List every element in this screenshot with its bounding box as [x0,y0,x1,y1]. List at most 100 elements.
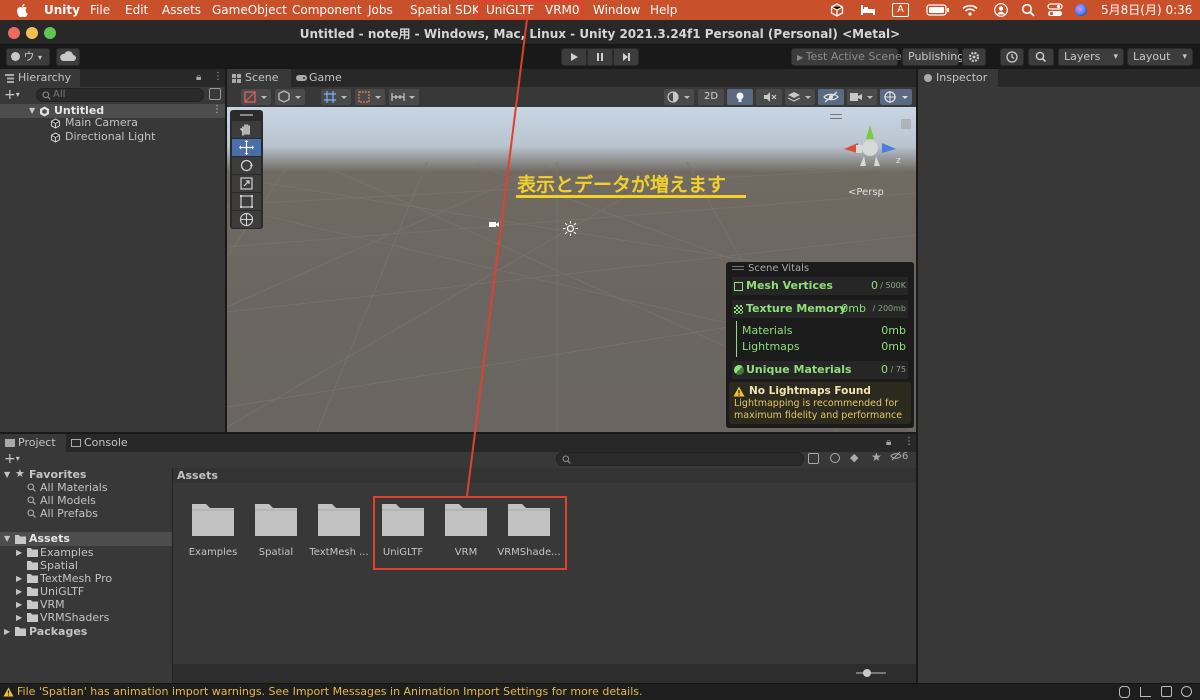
menu-jobs[interactable]: Jobs [368,2,393,18]
draw-mode-dropdown[interactable] [241,89,271,105]
sun-gizmo-icon[interactable] [563,221,578,236]
package-icon[interactable] [830,3,844,17]
perspective-toggle[interactable]: <Persp [848,187,884,198]
scale-tool-button[interactable] [232,175,261,192]
step-button[interactable] [613,48,639,66]
pause-button[interactable] [587,48,613,66]
hierarchy-item[interactable]: Directional Light [0,130,225,144]
search-button[interactable] [1028,48,1054,66]
kebab-menu-icon[interactable]: ⋮ [212,104,222,115]
asset-tree-item[interactable]: Spatial [0,559,172,572]
hierarchy-search-input[interactable]: All [36,88,204,102]
audio-toggle[interactable] [756,89,782,105]
transform-tool-button[interactable] [232,211,261,228]
kebab-menu-icon[interactable]: ⋮ [904,436,914,447]
lighting-toggle[interactable] [727,89,753,105]
vitals-drag-handle[interactable] [732,266,744,270]
hierarchy-add-button[interactable]: +▾ [4,87,28,103]
asset-tree-item[interactable]: ▶ UniGLTF [0,585,172,598]
menubar-clock[interactable]: 5月8日(月) 0:36 [1101,2,1192,18]
bed-icon[interactable] [860,4,876,16]
tab-game[interactable]: Game [291,69,351,87]
hierarchy-item[interactable]: Main Camera [0,116,225,130]
progress-spinner-icon[interactable] [1181,686,1192,697]
hierarchy-search-options-icon[interactable] [209,88,221,100]
apple-icon[interactable] [16,3,28,17]
kebab-menu-icon[interactable]: ⋮ [213,71,223,82]
effects-dropdown[interactable] [785,89,815,105]
overlay-menu-icon[interactable] [830,114,842,119]
tag-icon[interactable]: ◆ [850,451,858,464]
publishing-button[interactable]: Publishing [902,48,964,66]
lock-icon[interactable]: 🔒︎ [196,72,201,83]
status-message[interactable]: File 'Spatian' has animation import warn… [17,685,643,699]
project-splitter[interactable] [172,468,173,683]
asset-tree-item[interactable]: ▶ Examples [0,546,172,559]
battery-icon[interactable] [926,4,950,16]
menu-window[interactable]: Window [593,2,640,18]
tab-console[interactable]: Console [66,434,132,452]
search-by-type-icon[interactable] [808,453,819,464]
camera-dropdown[interactable] [847,89,877,105]
asset-tree-item[interactable]: ▶ VRMShaders [0,611,172,624]
hand-tool-button[interactable] [232,121,261,138]
filter-by-type-icon[interactable] [830,453,840,463]
settings-button[interactable] [962,48,986,66]
cloud-button[interactable] [56,48,80,66]
move-tool-button[interactable] [232,139,261,156]
slider-thumb[interactable] [863,669,871,677]
menu-component[interactable]: Component [292,2,362,18]
layout-dropdown[interactable]: Layout ▾ [1127,48,1193,66]
grid-snapping-dropdown[interactable] [321,89,351,105]
ruler-dropdown[interactable] [389,89,419,105]
project-add-button[interactable]: +▾ [4,451,28,467]
layers-dropdown[interactable]: Layers ▾ [1058,48,1124,66]
asset-tree-item[interactable]: ▶ VRM [0,598,172,611]
star-icon[interactable]: ★ [871,450,882,464]
siri-icon[interactable] [1075,4,1087,16]
tab-project[interactable]: Project [0,434,66,452]
rect-tool-button[interactable] [232,193,261,210]
increment-snap-dropdown[interactable] [355,89,385,105]
account-dropdown[interactable]: ウ ▾ [6,48,50,66]
cache-server-icon[interactable] [1161,686,1172,697]
rotate-tool-button[interactable] [232,157,261,174]
tab-scene[interactable]: Scene [227,69,291,87]
test-active-scene-button[interactable]: ▶ Test Active Scene [791,48,902,66]
menu-help[interactable]: Help [650,2,677,18]
control-center-icon[interactable] [1047,3,1063,17]
search-icon[interactable] [1021,3,1035,17]
bug-icon[interactable] [1119,686,1130,698]
menu-app-name[interactable]: Unity [44,2,80,18]
shading-dropdown[interactable] [275,89,305,105]
user-icon[interactable] [994,3,1008,17]
favorites-item[interactable]: All Materials [0,481,172,494]
gizmos-dropdown[interactable] [880,89,912,105]
menu-assets[interactable]: Assets [162,2,201,18]
breadcrumb-assets[interactable]: Assets [177,469,218,482]
hidden-packages-toggle[interactable]: 6 [890,451,908,462]
tab-inspector[interactable]: Inspector [918,69,998,87]
tab-hierarchy[interactable]: Hierarchy [0,69,80,87]
lock-icon[interactable]: 🔒︎ [886,437,891,448]
favorites-row[interactable]: ▼ ★ Favorites [0,467,172,481]
graph-icon[interactable] [1140,687,1151,697]
assets-root-row[interactable]: ▼ Assets [0,532,172,546]
history-button[interactable] [1000,48,1024,66]
camera-gizmo-icon[interactable] [488,220,500,229]
keyboard-icon[interactable]: A [892,3,909,17]
menu-file[interactable]: File [90,2,110,18]
menu-gameobject[interactable]: GameObject [212,2,287,18]
project-search-input[interactable] [556,452,804,466]
menu-spatial-sdk[interactable]: Spatial SDK [410,2,480,18]
toggle-2d-button[interactable]: 2D [698,89,724,105]
wifi-icon[interactable] [962,4,978,16]
play-button[interactable] [561,48,587,66]
menu-edit[interactable]: Edit [125,2,148,18]
icon-size-slider[interactable] [856,669,886,677]
favorites-item[interactable]: All Models [0,494,172,507]
favorites-item[interactable]: All Prefabs [0,507,172,520]
render-mode-dropdown[interactable] [664,89,694,105]
orientation-gizmo[interactable] [834,123,904,173]
packages-row[interactable]: ▶ Packages [0,625,172,638]
